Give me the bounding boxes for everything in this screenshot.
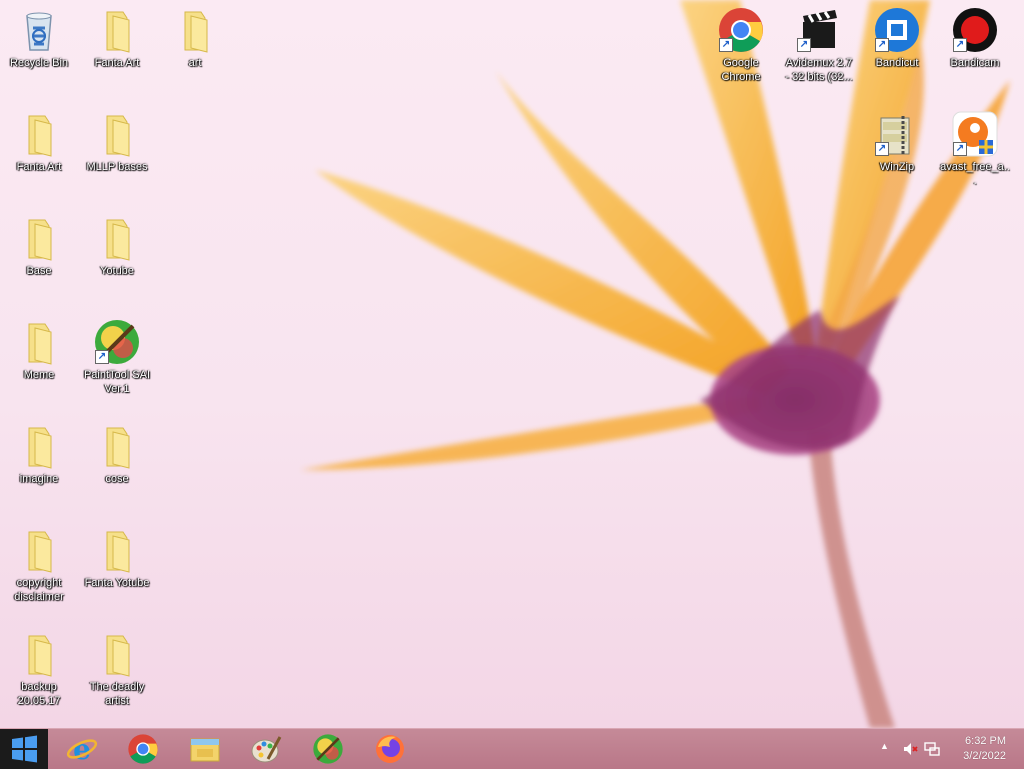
internet-explorer-icon: e xyxy=(66,733,98,765)
bandicam-icon: ↗ xyxy=(951,6,999,54)
firefox-icon xyxy=(376,735,404,763)
taskbar-firefox[interactable] xyxy=(362,731,418,767)
icon-label: Avidemux 2.7 - 32 bits (32... xyxy=(785,57,853,83)
desktop-icon-folder[interactable]: Meme xyxy=(1,312,77,382)
desktop-icon-folder[interactable]: MLLP bases xyxy=(79,104,155,174)
icon-label: Fanta Yotube xyxy=(84,577,150,589)
desktop-icon-recycle-bin[interactable]: Recycle Bin xyxy=(1,0,77,70)
icon-label: Base xyxy=(26,265,52,277)
desktop-icon-folder[interactable]: imagine xyxy=(1,416,77,486)
folder-icon xyxy=(15,214,63,262)
icon-label: The deadly artist xyxy=(89,681,145,707)
desktop-icon-folder[interactable]: cose xyxy=(79,416,155,486)
shortcut-arrow-icon: ↗ xyxy=(953,38,967,52)
desktop-icon-avast[interactable]: ↗ avast_free_a... xyxy=(937,104,1013,188)
taskbar-file-explorer[interactable] xyxy=(177,731,233,767)
desktop-icon-folder[interactable]: art xyxy=(157,0,233,70)
desktop-icon-folder[interactable]: Fanta Yotube xyxy=(79,520,155,590)
folder-icon xyxy=(93,630,141,678)
taskbar-painttool-sai[interactable] xyxy=(300,731,356,767)
desktop-icon-folder[interactable]: Base xyxy=(1,208,77,278)
desktop-icon-folder[interactable]: Yotube xyxy=(79,208,155,278)
desktop-icon-folder[interactable]: Fanta Art xyxy=(79,0,155,70)
shortcut-arrow-icon: ↗ xyxy=(797,38,811,52)
icon-label: Meme xyxy=(23,369,55,381)
paint-icon xyxy=(251,736,282,763)
icon-label: Google Chrome xyxy=(721,57,761,83)
painttool-sai-icon: ↗ xyxy=(93,318,141,366)
folder-icon xyxy=(171,6,219,54)
desktop-icon-avidemux[interactable]: ↗ Avidemux 2.7 - 32 bits (32... xyxy=(781,0,857,84)
desktop-icon-folder[interactable]: backup 20.05.17 xyxy=(1,624,77,708)
icon-label: art xyxy=(188,57,202,69)
icon-label: cose xyxy=(105,473,129,485)
desktop-icon-folder[interactable]: The deadly artist xyxy=(79,624,155,708)
desktop-icon-folder[interactable]: copyright disclaimer xyxy=(1,520,77,604)
shortcut-arrow-icon: ↗ xyxy=(95,350,109,364)
svg-text:e: e xyxy=(73,733,91,765)
icon-label: Bandicam xyxy=(950,57,1000,69)
painttool-sai-icon xyxy=(313,734,343,764)
taskbar-internet-explorer[interactable]: e xyxy=(54,731,110,767)
folder-icon xyxy=(93,422,141,470)
shortcut-arrow-icon: ↗ xyxy=(953,142,967,156)
folder-icon xyxy=(93,526,141,574)
icon-label: PaintTool SAI Ver.1 xyxy=(83,369,151,395)
icon-label: Recycle Bin xyxy=(9,57,69,69)
show-hidden-icons-button[interactable]: ▲ xyxy=(880,741,896,757)
system-tray: ▲ 6:32 PM 3/2/2022 xyxy=(864,729,1024,769)
folder-icon xyxy=(15,422,63,470)
chrome-icon: ↗ xyxy=(717,6,765,54)
file-explorer-icon xyxy=(190,738,220,762)
desktop-icon-folder[interactable]: Fanta Art xyxy=(1,104,77,174)
taskbar: e ▲ 6:32 PM 3/2/2022 xyxy=(0,728,1024,769)
shortcut-arrow-icon: ↗ xyxy=(719,38,733,52)
shortcut-arrow-icon: ↗ xyxy=(875,142,889,156)
desktop-icon-google-chrome[interactable]: ↗ Google Chrome xyxy=(703,0,779,84)
icon-label: imagine xyxy=(19,473,59,485)
recycle-bin-icon xyxy=(15,6,63,54)
folder-icon xyxy=(15,526,63,574)
bandicut-icon: ↗ xyxy=(873,6,921,54)
folder-icon xyxy=(15,318,63,366)
icon-label: WinZip xyxy=(879,161,915,173)
folder-icon xyxy=(93,6,141,54)
icon-label: copyright disclaimer xyxy=(14,577,64,603)
clock[interactable]: 6:32 PM 3/2/2022 xyxy=(963,734,1006,764)
icon-label: Fanta Art xyxy=(16,161,62,173)
desktop-icon-painttool-sai[interactable]: ↗ PaintTool SAI Ver.1 xyxy=(79,312,155,396)
icon-label: avast_free_a... xyxy=(940,161,1010,187)
icon-label: Fanta Art xyxy=(94,57,140,69)
folder-icon xyxy=(15,630,63,678)
folder-icon xyxy=(93,110,141,158)
desktop[interactable]: Recycle Bin Fanta Art art Fanta Art MLLP… xyxy=(0,0,1024,728)
clock-time: 6:32 PM xyxy=(965,735,1006,747)
icon-label: MLLP bases xyxy=(86,161,148,173)
folder-icon xyxy=(15,110,63,158)
clock-date: 3/2/2022 xyxy=(963,750,1006,762)
desktop-icon-winzip[interactable]: ↗ WinZip xyxy=(859,104,935,174)
desktop-icon-bandicam[interactable]: ↗ Bandicam xyxy=(937,0,1013,70)
desktop-icon-bandicut[interactable]: ↗ Bandicut xyxy=(859,0,935,70)
windows-start-icon xyxy=(12,735,37,763)
start-button[interactable] xyxy=(0,729,48,769)
icon-label: Yotube xyxy=(100,265,134,277)
taskbar-google-chrome[interactable] xyxy=(115,731,171,767)
chrome-icon xyxy=(128,734,158,764)
folder-icon xyxy=(93,214,141,262)
winzip-icon: ↗ xyxy=(873,110,921,158)
network-icon[interactable] xyxy=(924,741,940,757)
taskbar-paint[interactable] xyxy=(238,731,294,767)
shortcut-arrow-icon: ↗ xyxy=(875,38,889,52)
avidemux-icon: ↗ xyxy=(795,6,843,54)
icon-label: backup 20.05.17 xyxy=(17,681,61,707)
icon-label: Bandicut xyxy=(875,57,919,69)
avast-icon: ↗ xyxy=(951,110,999,158)
volume-muted-icon[interactable] xyxy=(902,741,918,757)
